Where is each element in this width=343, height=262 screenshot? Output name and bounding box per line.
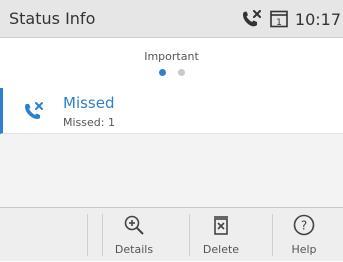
- missed-call-icon: [25, 102, 43, 119]
- status-bar: Status Info 1 10:17: [0, 0, 343, 38]
- delete-button[interactable]: Delete: [189, 208, 253, 262]
- page-dot-2: [177, 69, 185, 76]
- svg-text:1: 1: [276, 18, 282, 28]
- softkey-divider: [87, 214, 88, 256]
- trash-icon: [214, 216, 228, 235]
- list-item-missed[interactable]: Missed Missed: 1: [0, 88, 343, 134]
- details-label: Details: [114, 243, 154, 256]
- item-subtitle: Missed: 1: [63, 116, 115, 129]
- page-indicator: [0, 69, 343, 76]
- zoom-plus-icon: [124, 215, 144, 235]
- page-header: Important: [0, 38, 343, 88]
- details-button[interactable]: Details: [102, 208, 166, 262]
- status-indicators: 1 10:17: [241, 9, 341, 29]
- item-title: Missed: [63, 94, 115, 112]
- status-list: Missed Missed: 1: [0, 88, 343, 207]
- softkey-bar: Details Delete ? Help: [0, 207, 343, 261]
- help-circle-icon: ?: [293, 214, 315, 236]
- delete-label: Delete: [202, 243, 240, 256]
- clock: 10:17: [294, 9, 341, 29]
- svg-text:?: ?: [301, 219, 307, 233]
- missed-call-icon: [242, 10, 261, 27]
- page-label: Important: [144, 50, 199, 63]
- help-button[interactable]: ? Help: [272, 208, 336, 262]
- page-dot-1: [158, 69, 166, 76]
- window-1-icon: 1: [270, 10, 288, 28]
- help-label: Help: [291, 243, 317, 256]
- screen-title: Status Info: [9, 9, 96, 28]
